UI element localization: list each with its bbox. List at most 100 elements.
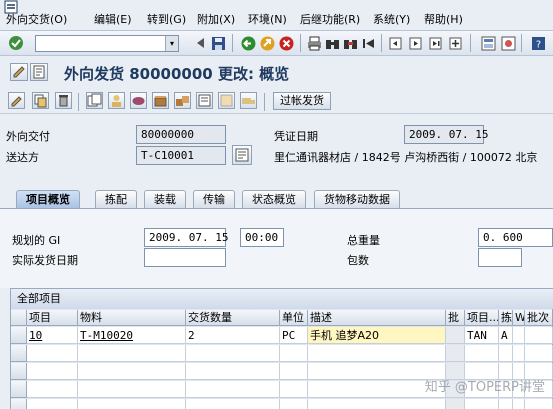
table-cell-empty[interactable] [308, 399, 446, 409]
row-selector[interactable] [11, 381, 27, 398]
enter-icon[interactable] [8, 35, 24, 51]
col-batch[interactable]: 批次 [525, 310, 553, 326]
exit-icon[interactable] [259, 35, 275, 51]
table-cell-empty[interactable] [78, 345, 186, 362]
menu-system[interactable]: 系统(Y) [373, 12, 410, 28]
table-cell-unit[interactable]: PC [280, 327, 308, 344]
batch-icon[interactable] [130, 92, 147, 109]
table-cell-empty[interactable] [499, 399, 513, 409]
find-icon[interactable] [324, 35, 340, 51]
table-cell-empty[interactable] [186, 345, 280, 362]
packing-materials-icon[interactable] [174, 92, 191, 109]
menu-subsequent[interactable]: 后继功能(R) [300, 12, 360, 28]
table-cell-empty[interactable] [186, 399, 280, 409]
row-selector[interactable] [11, 345, 27, 362]
display-change-icon[interactable] [10, 63, 28, 81]
tab-picking[interactable]: 拣配 [95, 190, 137, 209]
col-picking[interactable]: 拣 [499, 310, 513, 326]
table-cell-empty[interactable] [446, 345, 465, 362]
total-weight-field[interactable]: 0. 600 [478, 228, 553, 247]
col-w[interactable]: W [513, 310, 525, 326]
address-details-icon[interactable] [232, 145, 252, 165]
table-cell-empty[interactable] [280, 399, 308, 409]
table-cell-empty[interactable] [465, 399, 499, 409]
table-cell-empty[interactable] [78, 381, 186, 398]
col-delivery-qty[interactable]: 交货数量 [186, 310, 280, 326]
print-icon[interactable] [306, 35, 322, 51]
tab-item-overview[interactable]: 项目概览 [16, 190, 80, 209]
table-cell-item-category[interactable]: TAN [465, 327, 499, 344]
menu-environment[interactable]: 环境(N) [248, 12, 287, 28]
texts-icon[interactable] [218, 92, 235, 109]
table-cell-batch-flag[interactable] [446, 327, 465, 344]
table-cell-empty[interactable] [280, 363, 308, 380]
col-description[interactable]: 描述 [308, 310, 446, 326]
table-cell-picking[interactable]: A [499, 327, 513, 344]
row-selector[interactable] [11, 399, 27, 409]
col-material[interactable]: 物料 [78, 310, 186, 326]
row-selector[interactable] [11, 363, 27, 380]
menu-delivery[interactable]: 外向交货(O) [6, 12, 67, 28]
header-icon[interactable] [86, 92, 103, 109]
new-session-icon[interactable] [447, 35, 463, 51]
table-cell-empty[interactable] [78, 399, 186, 409]
table-cell-empty[interactable] [78, 363, 186, 380]
table-cell-empty[interactable] [280, 381, 308, 398]
table-cell-empty[interactable] [446, 399, 465, 409]
help-icon[interactable]: ? [530, 35, 546, 51]
save-icon[interactable] [210, 35, 226, 51]
triangle-left-icon[interactable] [192, 35, 208, 51]
table-cell-empty[interactable] [465, 345, 499, 362]
table-cell-empty[interactable] [308, 345, 446, 362]
table-cell-empty[interactable] [499, 345, 513, 362]
col-batch-flag[interactable]: 批 [446, 310, 465, 326]
table-cell-empty[interactable] [27, 363, 78, 380]
document-icon[interactable] [30, 63, 48, 81]
prev-page-icon[interactable] [387, 35, 403, 51]
menu-goto[interactable]: 转到(G) [147, 12, 186, 28]
post-goods-issue-button[interactable]: 过帐发货 [273, 92, 331, 110]
table-cell-empty[interactable] [27, 399, 78, 409]
table-cell-empty[interactable] [186, 363, 280, 380]
find-next-icon[interactable] [342, 35, 358, 51]
table-cell-empty[interactable] [513, 399, 525, 409]
table-cell-empty[interactable] [27, 381, 78, 398]
table-cell-empty[interactable] [27, 345, 78, 362]
menu-help[interactable]: 帮助(H) [424, 12, 463, 28]
copy-doc-icon[interactable] [32, 92, 49, 109]
table-cell-empty[interactable] [525, 399, 553, 409]
table-cell-empty[interactable] [525, 345, 553, 362]
col-item[interactable]: 项目 [27, 310, 78, 326]
cancel-icon[interactable] [278, 35, 294, 51]
planned-gi-time-field[interactable]: 00:00 [240, 228, 284, 247]
tab-goods-movement[interactable]: 货物移动数据 [314, 190, 400, 209]
planned-gi-date-field[interactable]: 2009. 07. 15 [144, 228, 228, 247]
layout-icon[interactable] [480, 35, 496, 51]
table-cell-description[interactable]: 手机 追梦A20 [308, 327, 446, 344]
transport-icon[interactable] [240, 92, 257, 109]
last-page-icon[interactable] [427, 35, 443, 51]
change-pencil-icon[interactable] [8, 92, 25, 109]
select-all-column[interactable] [11, 310, 27, 326]
first-page-icon[interactable] [360, 35, 376, 51]
output-icon[interactable] [196, 92, 213, 109]
table-cell-empty[interactable] [186, 381, 280, 398]
col-unit[interactable]: 单位 [280, 310, 308, 326]
row-selector[interactable] [11, 327, 27, 344]
table-cell-empty[interactable] [280, 345, 308, 362]
actual-gi-date-field[interactable] [144, 248, 226, 267]
table-cell-w[interactable] [513, 327, 525, 344]
tab-status-overview[interactable]: 状态概览 [242, 190, 306, 209]
tab-loading[interactable]: 装载 [144, 190, 186, 209]
next-page-icon[interactable] [407, 35, 423, 51]
docdate-field[interactable]: 2009. 07. 15 [404, 125, 488, 144]
packages-field[interactable] [478, 248, 522, 267]
command-field[interactable]: ▾ [35, 35, 179, 52]
back-icon[interactable] [240, 35, 256, 51]
command-dropdown-icon[interactable]: ▾ [165, 36, 178, 51]
table-cell-empty[interactable] [513, 345, 525, 362]
table-cell-batch[interactable] [525, 327, 553, 344]
menu-extras[interactable]: 附加(X) [197, 12, 235, 28]
menu-edit[interactable]: 编辑(E) [94, 12, 132, 28]
table-cell-material[interactable]: T-M10020 [78, 327, 186, 344]
